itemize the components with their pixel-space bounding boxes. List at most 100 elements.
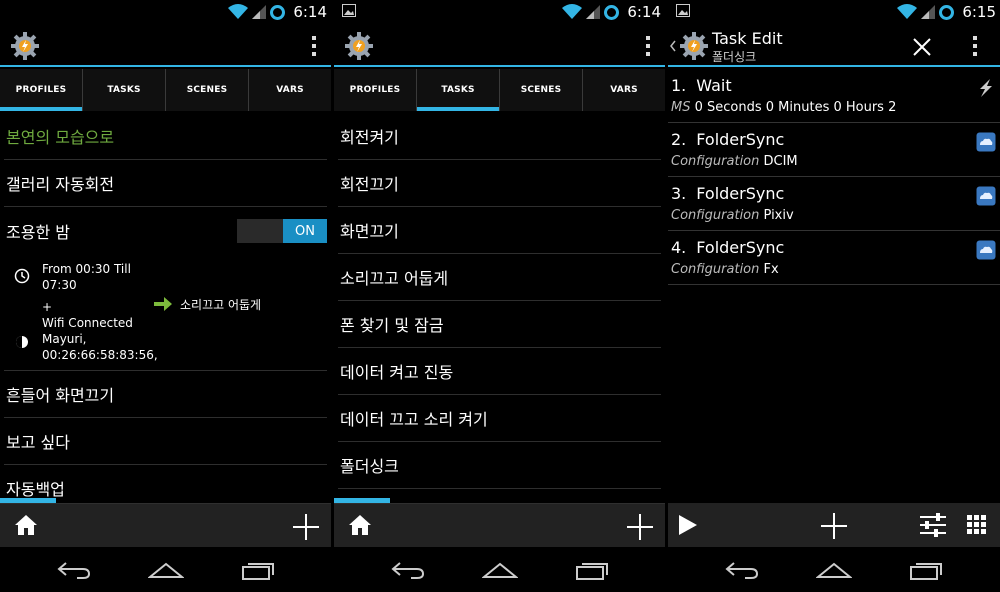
task-item[interactable]: 데이터 끄고 소리 켜기 <box>338 395 661 442</box>
task-item[interactable]: 데이터 켜고 진동 <box>338 348 661 395</box>
task-item[interactable]: 폴더싱크 <box>338 442 661 489</box>
overflow-menu-icon[interactable] <box>645 36 651 56</box>
profile-item[interactable]: 조용한 밤 ON <box>4 207 327 254</box>
action-args: MS 0 Seconds 0 Minutes 0 Hours 2 <box>671 100 896 115</box>
tab-profiles[interactable]: PROFILES <box>334 69 417 111</box>
task-properties-icon[interactable] <box>920 513 946 537</box>
system-nav-bar <box>668 547 1000 592</box>
action-name: Wait <box>696 76 732 95</box>
play-icon[interactable] <box>678 514 698 536</box>
action-row[interactable]: 3. FolderSync Configuration Pixiv <box>668 177 1000 231</box>
sync-indicator-icon <box>939 4 955 20</box>
time-context-text[interactable]: From 00:30 Till 07:30 <box>42 261 147 293</box>
nav-home-icon[interactable] <box>148 562 184 578</box>
task-item[interactable]: 소리끄고 어둡게 <box>338 254 661 301</box>
nav-home-icon[interactable] <box>482 562 518 578</box>
args-label: MS <box>671 100 691 115</box>
profile-item[interactable]: 본연의 모습으로 <box>4 113 327 160</box>
tasker-gear-icon[interactable] <box>10 31 40 61</box>
tab-profiles[interactable]: PROFILES <box>0 69 83 111</box>
tab-scenes[interactable]: SCENES <box>166 69 249 111</box>
action-bar: Task Edit 폴더싱크 <box>668 25 1000 67</box>
recent-apps-icon[interactable] <box>910 560 944 580</box>
tab-bar: PROFILES TASKS SCENES VARS <box>0 69 331 111</box>
action-name: FolderSync <box>696 238 785 257</box>
state-context-icon[interactable] <box>14 334 30 350</box>
icon-grid-icon[interactable] <box>967 515 987 535</box>
add-action-icon[interactable] <box>821 513 847 539</box>
tab-tasks[interactable]: TASKS <box>83 69 166 111</box>
profile-contexts: From 00:30 Till 07:30 + Wifi Connected M… <box>4 254 327 371</box>
tab-tasks[interactable]: TASKS <box>417 69 500 111</box>
args-label: Configuration <box>671 154 760 169</box>
lightning-icon <box>980 79 992 97</box>
cloud-icon <box>976 132 996 152</box>
action-title: 4. FolderSync <box>671 238 784 257</box>
tab-bar: PROFILES TASKS SCENES VARS <box>334 69 665 111</box>
recent-apps-icon[interactable] <box>576 560 610 580</box>
action-title: 2. FolderSync <box>671 130 784 149</box>
action-row[interactable]: 4. FolderSync Configuration Fx <box>668 231 1000 285</box>
task-item[interactable]: 폰 찾기 및 잠금 <box>338 301 661 348</box>
linked-task-name[interactable]: 소리끄고 어둡게 <box>180 297 261 313</box>
tasker-gear-icon[interactable] <box>679 31 709 61</box>
profiles-screen: 6:14 PROFILES TASKS SCENES VARS 본연의 모습으로… <box>0 0 331 592</box>
cloud-icon <box>976 186 996 206</box>
profile-list: 본연의 모습으로 갤러리 자동회전 조용한 밤 ON From 00:30 Ti… <box>0 113 331 503</box>
task-item[interactable]: 회전끄기 <box>338 160 661 207</box>
action-list: 1. Wait MS 0 Seconds 0 Minutes 0 Hours 2 … <box>668 69 1000 285</box>
args-value: 0 Seconds 0 Minutes 0 Hours 2 <box>694 100 897 115</box>
action-row[interactable]: 2. FolderSync Configuration DCIM <box>668 123 1000 177</box>
recent-apps-icon[interactable] <box>242 560 276 580</box>
task-item[interactable]: 화면끄기 <box>338 207 661 254</box>
bottom-action-bar <box>334 503 665 547</box>
action-number: 3. <box>671 184 687 203</box>
tab-scenes[interactable]: SCENES <box>500 69 583 111</box>
home-icon[interactable] <box>14 514 38 536</box>
home-icon[interactable] <box>348 514 372 536</box>
task-list: 회전켜기 회전끄기 화면끄기 소리끄고 어둡게 폰 찾기 및 잠금 데이터 켜고… <box>334 113 665 503</box>
bottom-action-bar <box>0 503 331 547</box>
back-icon[interactable] <box>725 561 759 579</box>
action-row[interactable]: 1. Wait MS 0 Seconds 0 Minutes 0 Hours 2 <box>668 69 1000 123</box>
bottom-action-bar <box>668 503 1000 547</box>
tab-vars[interactable]: VARS <box>583 69 665 111</box>
task-name-subtitle: 폴더싱크 <box>712 50 757 64</box>
status-time: 6:14 <box>293 3 327 21</box>
status-bar: 6:14 <box>334 0 665 25</box>
profile-item[interactable]: 보고 싶다 <box>4 418 327 465</box>
screenshot-notification-icon <box>676 4 690 17</box>
back-icon[interactable] <box>57 561 91 579</box>
close-icon[interactable] <box>913 38 931 56</box>
back-icon[interactable] <box>391 561 425 579</box>
add-profile-icon[interactable] <box>293 514 319 540</box>
profile-item[interactable]: 갤러리 자동회전 <box>4 160 327 207</box>
args-value: Pixiv <box>763 208 794 223</box>
task-item[interactable]: 회전켜기 <box>338 113 661 160</box>
status-time: 6:14 <box>627 3 661 21</box>
wifi-icon <box>562 4 583 19</box>
profile-enable-toggle[interactable]: ON <box>237 219 327 243</box>
wifi-context-text[interactable]: Wifi Connected <box>42 315 133 331</box>
arrow-right-icon <box>154 297 172 311</box>
up-caret-icon[interactable] <box>670 40 676 52</box>
profile-item[interactable]: 흔들어 화면끄기 <box>4 371 327 418</box>
nav-home-icon[interactable] <box>816 562 852 578</box>
tab-vars[interactable]: VARS <box>249 69 331 111</box>
overflow-menu-icon[interactable] <box>311 36 317 56</box>
task-edit-screen: 6:15 Task Edit 폴더싱크 1. Wait MS 0 Seconds … <box>668 0 1000 592</box>
args-value: Fx <box>763 262 779 277</box>
tasks-screen: 6:14 PROFILES TASKS SCENES VARS 회전켜기 회전끄… <box>334 0 665 592</box>
sync-indicator-icon <box>604 4 620 20</box>
tasker-gear-icon[interactable] <box>344 31 374 61</box>
action-name: FolderSync <box>696 184 785 203</box>
overflow-menu-icon[interactable] <box>972 36 978 56</box>
clock-icon[interactable] <box>14 268 30 284</box>
wifi-context-ssid: Mayuri, <box>42 332 87 346</box>
add-task-icon[interactable] <box>627 514 653 540</box>
args-label: Configuration <box>671 262 760 277</box>
toggle-on-label: ON <box>283 219 327 243</box>
screenshot-notification-icon <box>342 4 356 17</box>
args-label: Configuration <box>671 208 760 223</box>
system-nav-bar <box>334 547 665 592</box>
